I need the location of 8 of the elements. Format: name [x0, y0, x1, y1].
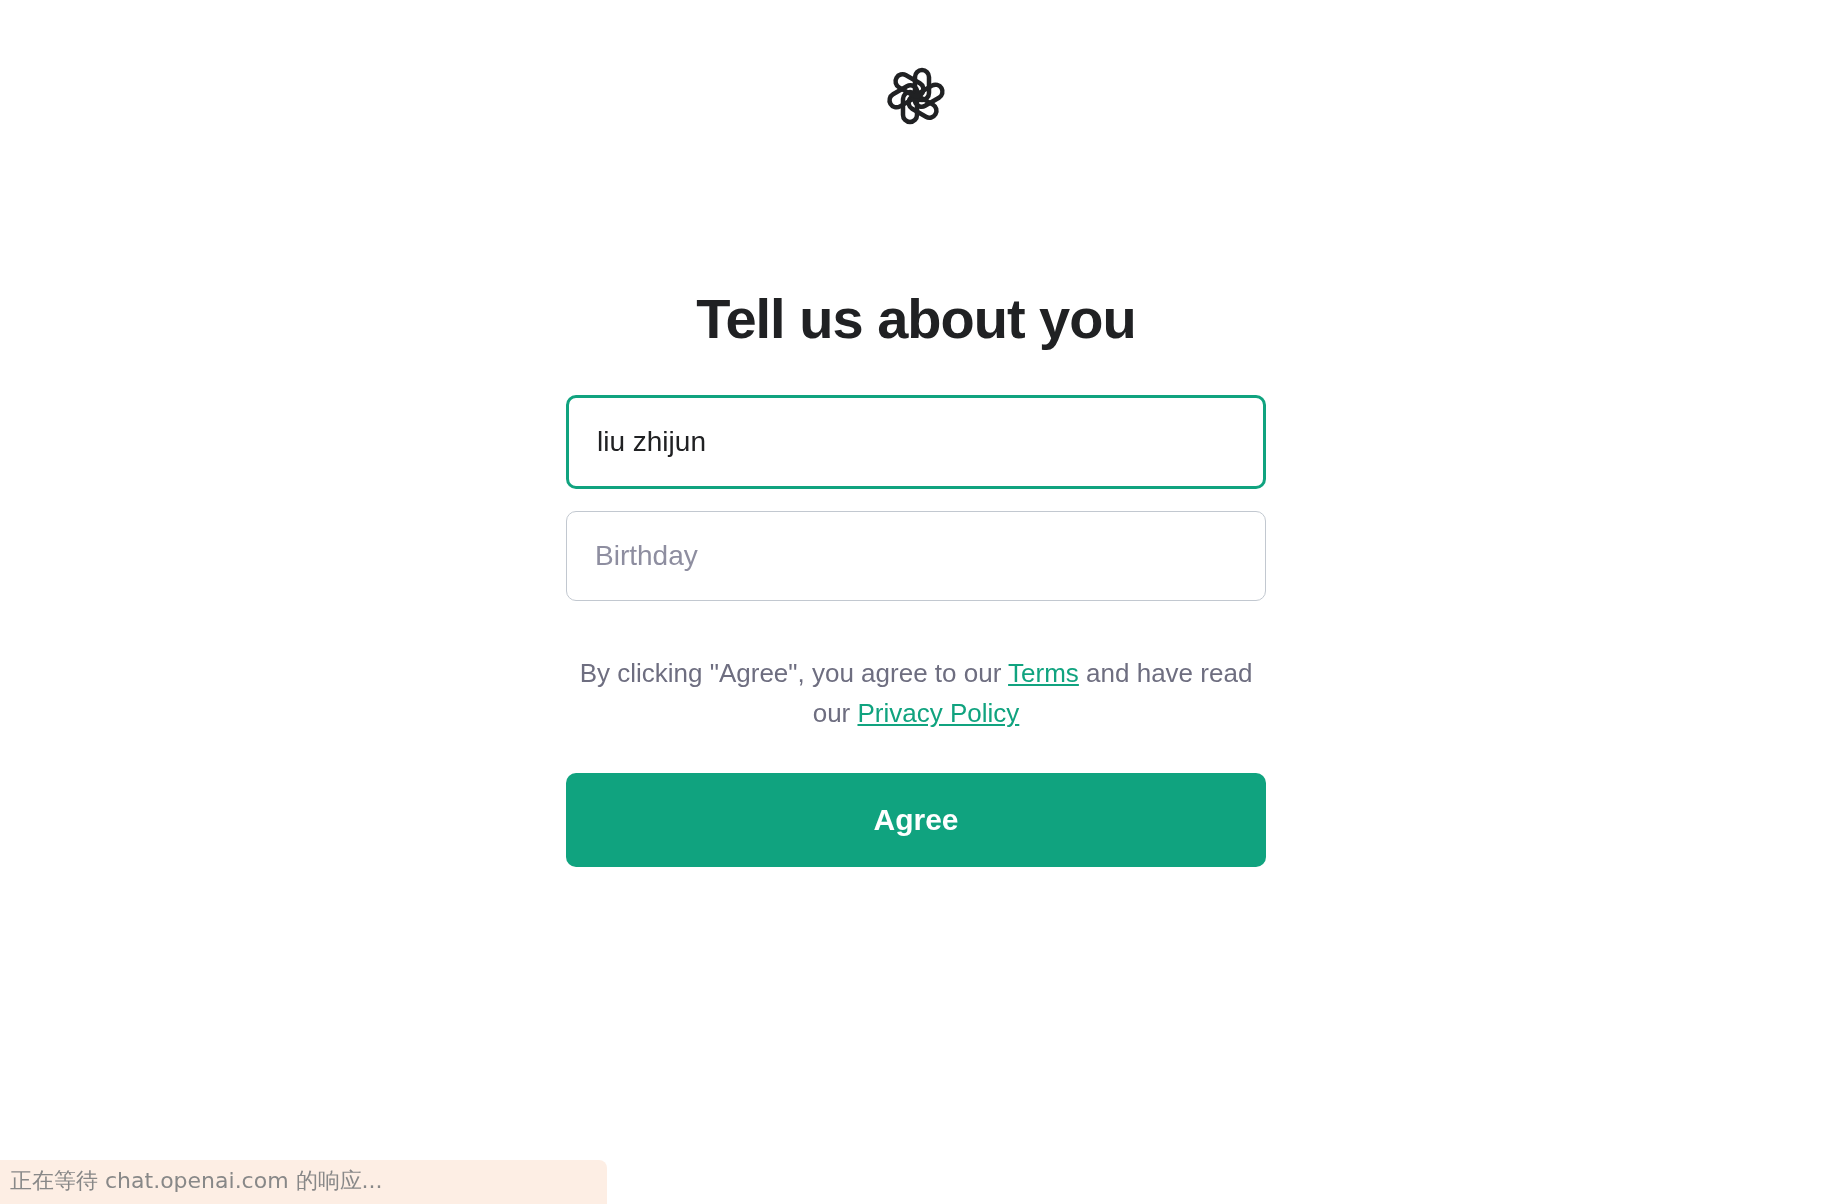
privacy-policy-link[interactable]: Privacy Policy	[857, 698, 1020, 728]
terms-link[interactable]: Terms	[1008, 658, 1079, 688]
page-title: Tell us about you	[696, 286, 1136, 351]
name-field[interactable]: liu zhijun	[566, 395, 1266, 489]
agree-button[interactable]: Agree	[566, 773, 1266, 867]
legal-notice: By clicking "Agree", you agree to our Terms and have read our Privacy Policy	[578, 657, 1254, 730]
birthday-field[interactable]: Birthday	[566, 511, 1266, 601]
status-bar: 正在等待 chat.openai.com 的响应...	[0, 1160, 607, 1204]
